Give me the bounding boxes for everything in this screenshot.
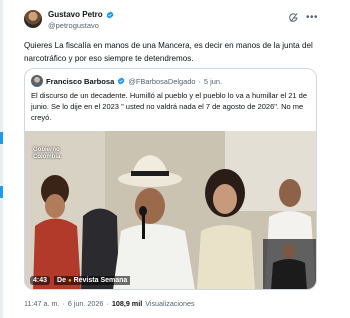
quoted-separator: · <box>198 76 201 86</box>
more-dots-icon[interactable]: ••• <box>306 12 318 23</box>
avatar[interactable] <box>24 10 42 28</box>
video-source[interactable]: De ● Revista Semana <box>54 276 131 285</box>
views-label: Visualizaciones <box>145 299 195 308</box>
video-info-bar: 4:43 De ● Revista Semana <box>30 276 131 285</box>
video-source-prefix: De <box>57 277 66 284</box>
quoted-display-name[interactable]: Francisco Barbosa <box>46 77 114 86</box>
video-player[interactable]: Gobierno Colombia 4:43 De ● Revista Sema… <box>25 131 316 289</box>
tweet-header: Gustavo Petro @petrogustavo ••• <box>24 8 324 38</box>
edge-tab-2[interactable] <box>0 186 3 198</box>
verified-badge-icon <box>106 10 114 19</box>
channel-logo-line2: Colombia <box>33 154 61 160</box>
handle[interactable]: @petrogustavo <box>48 21 114 30</box>
meta-sep-1: · <box>62 299 65 308</box>
video-frame <box>25 131 316 289</box>
tweet-time[interactable]: 11:47 a. m. <box>24 299 59 308</box>
quoted-handle[interactable]: @FBarbosaDelgado <box>128 77 195 86</box>
tweet-date[interactable]: 6 jun. 2026 <box>68 299 104 308</box>
author-names: Gustavo Petro @petrogustavo <box>48 10 114 30</box>
channel-logo: Gobierno Colombia <box>33 147 60 161</box>
quoted-text: El discurso de un decadente. Humilló al … <box>31 91 308 122</box>
video-duration: 4:43 <box>30 276 51 285</box>
tweet-meta: 11:47 a. m. · 6 jun. 2026 · 108,9 mil Vi… <box>24 299 195 308</box>
video-source-channel: Revista Semana <box>73 277 128 284</box>
grok-icon[interactable] <box>288 12 299 23</box>
quoted-avatar[interactable] <box>31 75 43 87</box>
quoted-tweet[interactable]: Francisco Barbosa @FBarbosaDelgado · 5 j… <box>24 68 317 290</box>
display-name[interactable]: Gustavo Petro <box>48 10 103 19</box>
meta-sep-2: · <box>106 299 109 308</box>
channel-logo-line1: Gobierno <box>33 147 60 153</box>
channel-star-icon: ● <box>67 277 72 284</box>
views-count[interactable]: 108,9 mil <box>112 299 142 308</box>
tweet[interactable]: Gustavo Petro @petrogustavo ••• Quieres … <box>24 8 324 65</box>
header-actions: ••• <box>288 12 318 23</box>
edge-tab-1[interactable] <box>0 132 3 144</box>
quoted-header: Francisco Barbosa @FBarbosaDelgado · 5 j… <box>25 69 316 87</box>
left-scroll-edge <box>0 0 3 318</box>
quoted-verified-badge-icon <box>118 77 125 85</box>
tweet-text: Quieres La fiscalía en manos de una Manc… <box>24 41 313 63</box>
quoted-date[interactable]: 5 jun. <box>204 77 222 86</box>
